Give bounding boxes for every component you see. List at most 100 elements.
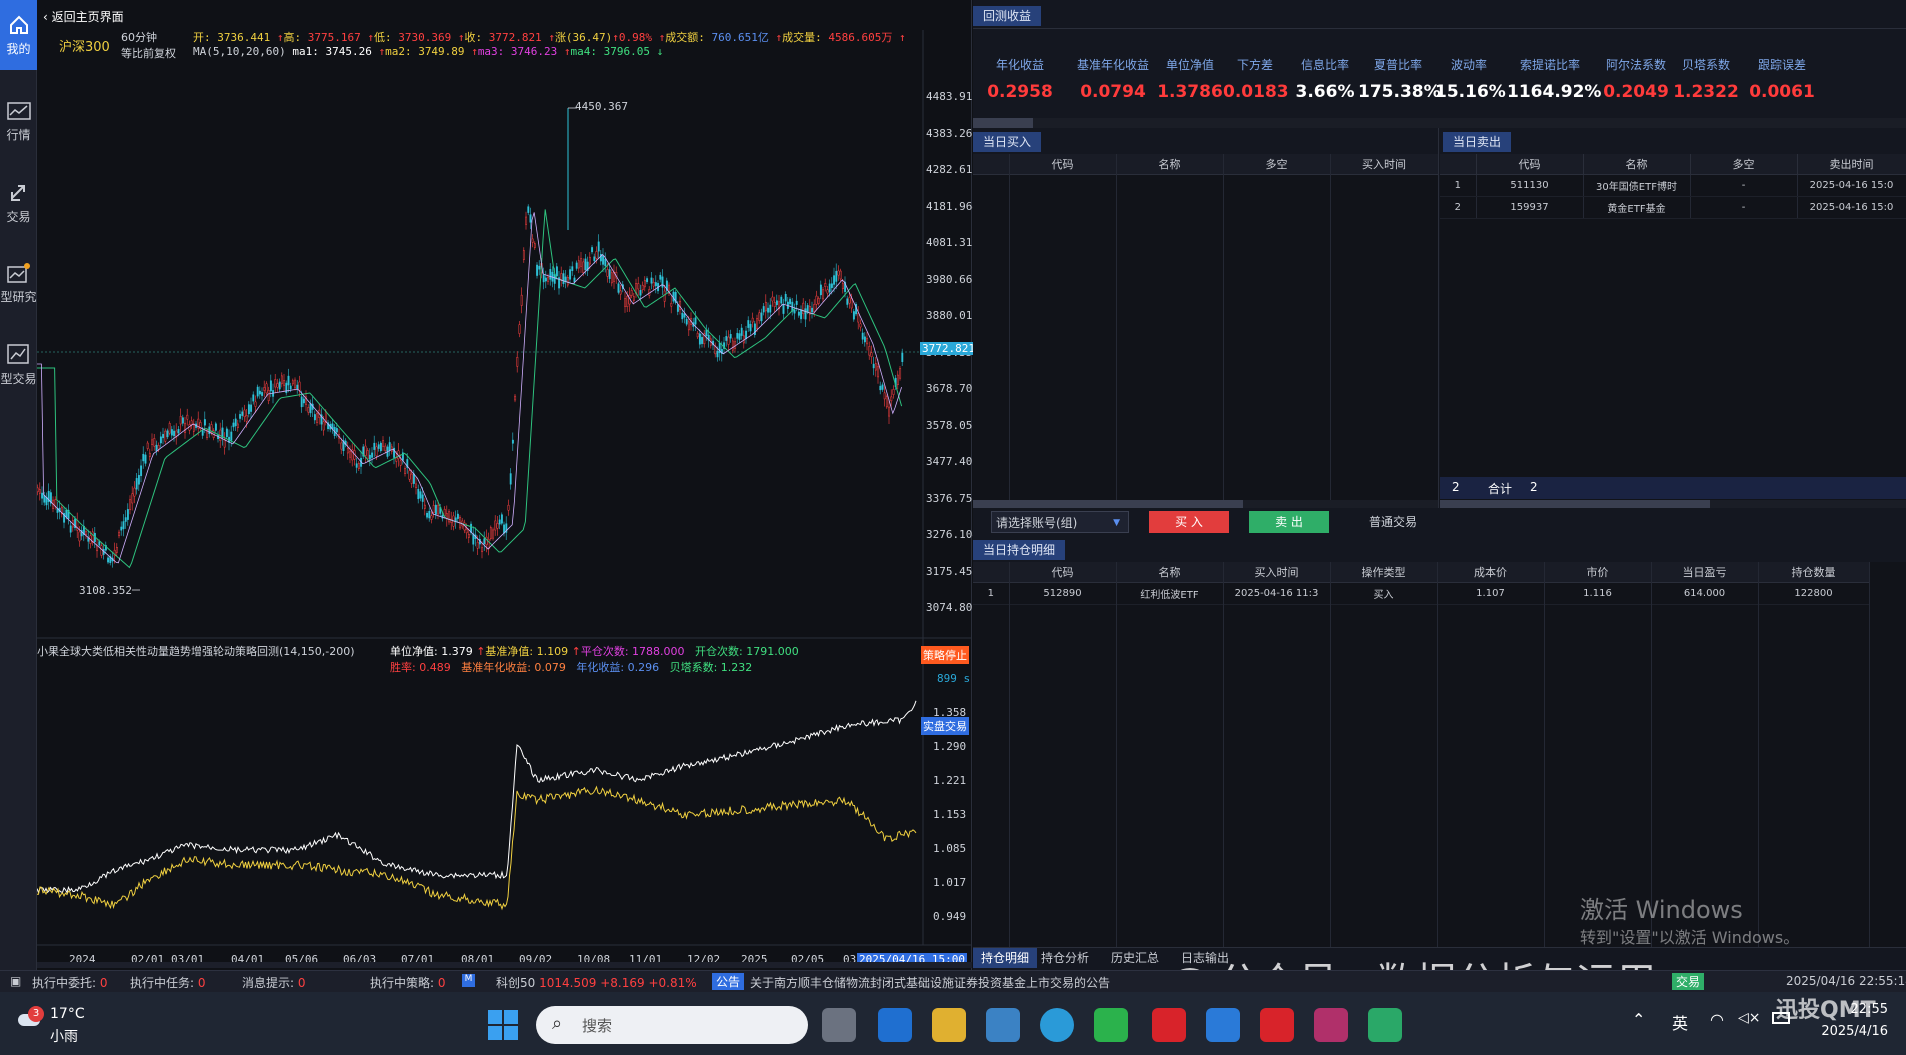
file-explorer-icon[interactable] — [932, 1008, 966, 1042]
column-header[interactable]: 名称 — [1583, 154, 1691, 175]
windows-start-icon[interactable] — [488, 1010, 518, 1040]
trade-status-badge[interactable]: 交易 — [1672, 973, 1705, 990]
table-row[interactable]: 1 512890 红利低波ETF 2025-04-16 11:3 买入 1.107 1.11… — [973, 582, 1870, 605]
column-header[interactable]: 当日盈亏 — [1651, 562, 1759, 583]
strategy-stop-button[interactable]: 策略停止 — [921, 646, 969, 664]
candle-body — [795, 300, 798, 305]
policy-badge-icon[interactable]: M — [462, 974, 475, 987]
candle-body — [650, 277, 653, 284]
column-header[interactable]: 多空 — [1223, 154, 1331, 175]
normal-trade-toggle[interactable]: 普通交易 — [1353, 511, 1433, 533]
table-row[interactable]: 2 159937 黄金ETF基金 -2025-04-16 15:0 — [1440, 196, 1906, 219]
status-msg[interactable]: 消息提示: 0 — [242, 974, 306, 991]
candle-body — [96, 545, 99, 552]
ime-indicator[interactable]: 英 — [1672, 1010, 1688, 1034]
candle-body — [881, 384, 884, 390]
notice-text[interactable]: 关于南方顺丰仓储物流封闭式基础设施证券投资基金上市交易的公告 — [750, 974, 1110, 991]
column-header[interactable]: 名称 — [1116, 562, 1224, 583]
candle-body — [555, 266, 558, 277]
column-header[interactable]: 名称 — [1116, 154, 1224, 175]
tab-holdings[interactable]: 当日持仓明细 — [973, 540, 1066, 560]
status-task[interactable]: 执行中任务: 0 — [130, 974, 206, 991]
column-header[interactable]: 代码 — [1476, 154, 1584, 175]
candle-body — [529, 214, 532, 223]
bottom-tab-1[interactable]: 持仓明细 — [973, 948, 1038, 968]
candle-body — [421, 494, 424, 502]
outlook-icon[interactable] — [878, 1008, 912, 1042]
candle-body — [115, 547, 118, 553]
column-header[interactable]: 买入时间 — [1223, 562, 1331, 583]
price-chart[interactable] — [37, 0, 972, 970]
metrics-scrollbar[interactable] — [973, 118, 1906, 128]
edge-icon[interactable] — [1040, 1008, 1074, 1042]
clock-date[interactable]: 2025/4/16 — [1808, 1024, 1888, 1039]
volume-muted-icon[interactable]: ◁× — [1738, 1010, 1761, 1026]
taskbar-search-box[interactable]: ⌕ 搜索 — [536, 1006, 808, 1044]
tray-chevron-up-icon[interactable]: ⌃ — [1632, 1010, 1645, 1029]
candle-body — [773, 302, 776, 308]
column-header[interactable] — [973, 562, 1010, 583]
wifi-icon[interactable]: ◠ — [1710, 1010, 1724, 1029]
weather-temp[interactable]: 17°C — [50, 1006, 85, 1022]
buy-scrollbar[interactable] — [973, 500, 1438, 508]
kline-chart-panel[interactable]: ‹ 返回主页界面 沪深300 60分钟 等比前复权 开: 3736.441 ↑高… — [37, 0, 979, 970]
table-row[interactable]: 1 511130 30年国债ETF博时 -2025-04-16 15:0 — [1440, 174, 1906, 197]
bottom-tab-3[interactable]: 历史汇总 — [1103, 948, 1167, 968]
column-header[interactable]: 成本价 — [1437, 562, 1545, 583]
sell-scrollbar[interactable] — [1440, 500, 1906, 508]
sidebar-item-label: 交易 — [6, 210, 31, 224]
sidebar-item-research[interactable]: 型研究 — [0, 248, 37, 318]
sidebar-item-trade[interactable]: 交易 — [0, 168, 37, 238]
price-axis-label: 3980.662 — [926, 272, 979, 286]
chart-scrollbar[interactable] — [37, 962, 972, 968]
price-axis-label: 4081.313 — [926, 236, 979, 249]
column-header[interactable]: 操作类型 — [1330, 562, 1438, 583]
column-header[interactable]: 市价 — [1544, 562, 1652, 583]
column-header[interactable]: 卖出时间 — [1797, 154, 1906, 175]
tab-backtest-returns[interactable]: 回测收益 — [973, 6, 1042, 26]
candle-body — [122, 521, 125, 530]
status-entrust[interactable]: 执行中委托: 0 — [32, 974, 108, 991]
table-cell: 159937 — [1476, 196, 1584, 219]
tab-today-sell[interactable]: 当日卖出 — [1443, 132, 1512, 152]
candle-body — [203, 419, 206, 426]
app-icon-8[interactable] — [1314, 1008, 1348, 1042]
column-header[interactable]: 买入时间 — [1330, 154, 1439, 175]
sidebar-item-mine[interactable]: 我的 — [0, 0, 37, 70]
metric-label: 下方差 — [1236, 58, 1273, 72]
column-header[interactable]: 代码 — [1009, 154, 1117, 175]
wechat-app-icon[interactable] — [1094, 1008, 1128, 1042]
candle-body — [701, 337, 704, 344]
store-icon[interactable] — [986, 1008, 1020, 1042]
column-header[interactable] — [1440, 154, 1477, 175]
status-policy[interactable]: 执行中策略: 0 — [370, 974, 446, 991]
weather-icon[interactable]: 3 — [14, 1006, 44, 1028]
column-header[interactable]: 持仓数量 — [1758, 562, 1870, 583]
notice-label[interactable]: 公告 — [712, 973, 745, 990]
live-trade-button[interactable]: 实盘交易 — [921, 717, 969, 735]
sell-button[interactable]: 卖 出 — [1249, 511, 1329, 533]
account-select[interactable]: 请选择账号(组) ▼ — [991, 511, 1129, 533]
trading-app-icon[interactable] — [1260, 1008, 1294, 1042]
metric-value: 1164.92% — [1507, 82, 1602, 102]
candle-body — [863, 336, 866, 343]
bottom-tab-2[interactable]: 持仓分析 — [1033, 948, 1097, 968]
candle-body — [670, 302, 673, 307]
status-grid-icon[interactable]: ▣ — [10, 974, 21, 988]
column-header[interactable]: 代码 — [1009, 562, 1117, 583]
sidebar-item-model-trade[interactable]: 型交易 — [0, 330, 37, 400]
app-icon-9[interactable] — [1368, 1008, 1402, 1042]
tab-today-buy[interactable]: 当日买入 — [973, 132, 1042, 152]
price-axis-label: 4282.615 — [926, 163, 979, 176]
wps-icon[interactable] — [1152, 1008, 1186, 1042]
task-view-icon[interactable] — [822, 1008, 856, 1042]
table-cell: 614.000 — [1651, 582, 1759, 605]
weather-desc[interactable]: 小雨 — [50, 1026, 78, 1046]
column-header[interactable]: 多空 — [1690, 154, 1798, 175]
qmt-app-icon[interactable] — [1206, 1008, 1240, 1042]
candle-body — [606, 269, 609, 277]
sell-table: 代码 名称 多空 卖出时间 1 511130 30年国债ETF博时 -2025-04-16 … — [1440, 154, 1906, 219]
buy-button[interactable]: 买 入 — [1149, 511, 1229, 533]
sidebar-item-market[interactable]: 行情 — [0, 88, 37, 158]
candle-body — [166, 430, 169, 438]
